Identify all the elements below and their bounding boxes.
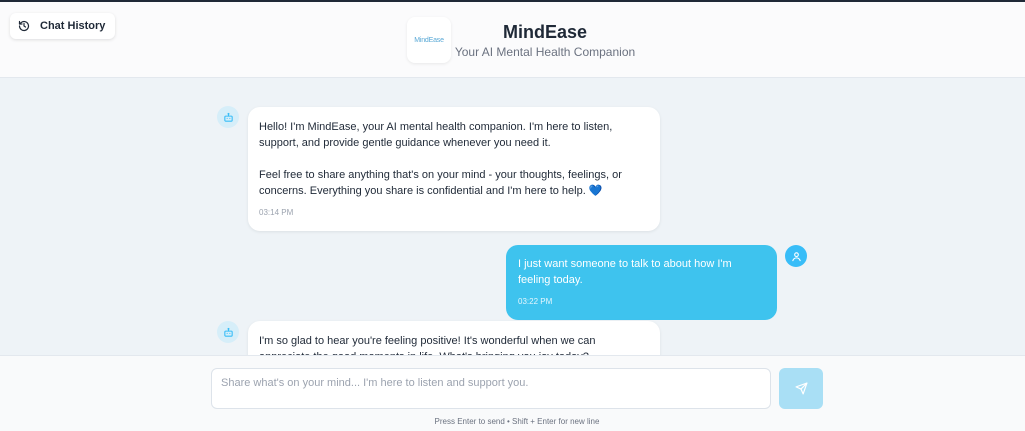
message-bubble-bot: I'm so glad to hear you're feeling posit… (248, 321, 660, 355)
app-header: Chat History MindEase MindEase Your AI M… (0, 2, 1025, 78)
page-subtitle: Your AI Mental Health Companion (454, 45, 636, 59)
chat-messages[interactable]: Hello! I'm MindEase, your AI mental heal… (0, 79, 1025, 355)
keyboard-hint: Press Enter to send • Shift + Enter for … (434, 417, 600, 426)
send-icon (794, 382, 808, 395)
bot-icon (223, 112, 233, 122)
message-bubble-user: I just want someone to talk to about how… (506, 245, 777, 320)
message-input[interactable] (211, 368, 771, 409)
message-text: I just want someone to talk to about how… (518, 258, 732, 286)
bot-icon (223, 327, 233, 337)
message-composer: Press Enter to send • Shift + Enter for … (0, 355, 1025, 431)
message-time: 03:14 PM (259, 208, 294, 217)
message-text: Hello! I'm MindEase, your AI mental heal… (259, 121, 622, 197)
user-icon (791, 251, 801, 261)
send-button[interactable] (779, 368, 823, 409)
page-title: MindEase (502, 22, 588, 42)
user-avatar (785, 245, 807, 267)
message-time: 03:22 PM (518, 297, 553, 306)
message-text: I'm so glad to hear you're feeling posit… (259, 335, 596, 355)
bot-avatar (217, 321, 239, 343)
bot-avatar (217, 106, 239, 128)
message-bubble-bot: Hello! I'm MindEase, your AI mental heal… (248, 107, 660, 231)
